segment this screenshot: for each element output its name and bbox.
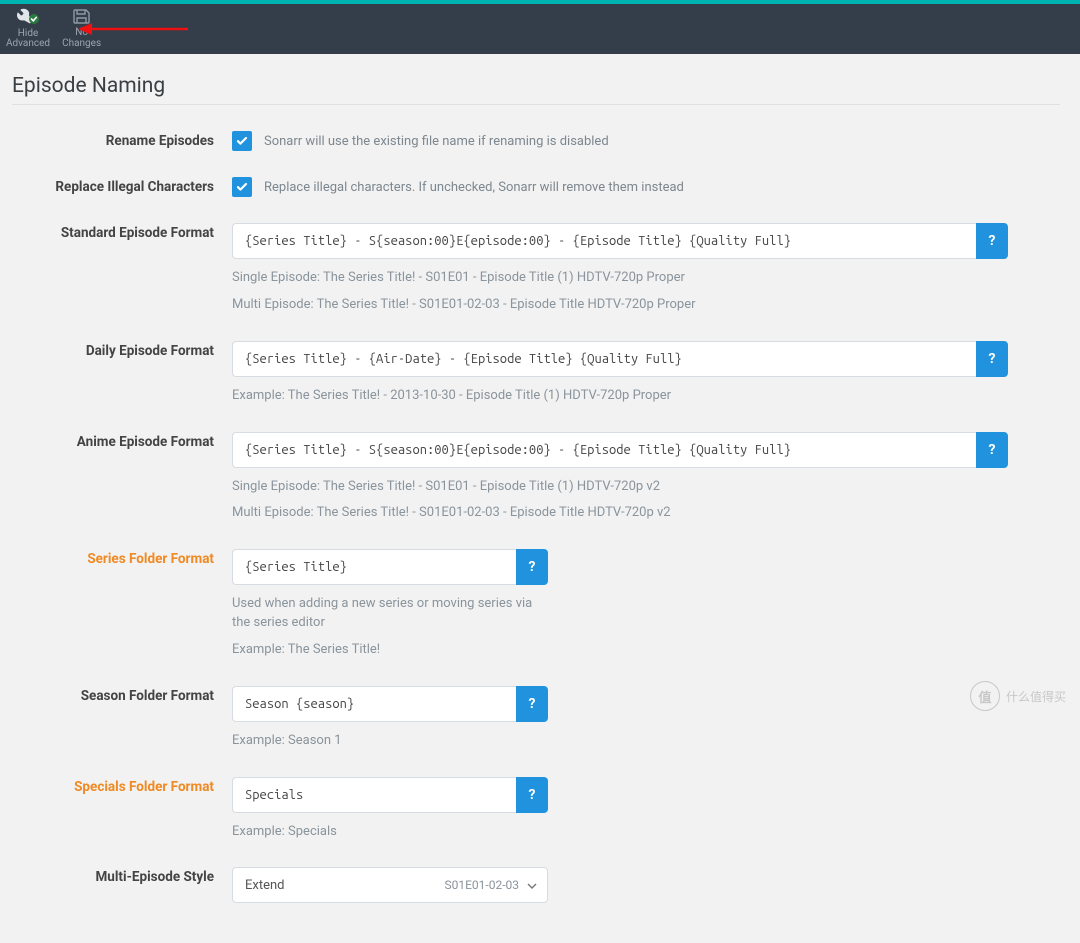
row-standard-format: Standard Episode Format ? Single Episode… [12, 223, 1060, 315]
toolbar: Hide Advanced No Changes [0, 4, 1080, 54]
hint-series-folder-2: Example: The Series Title! [232, 641, 752, 660]
label-daily-format: Daily Episode Format [12, 341, 232, 361]
hint-anime-single: Single Episode: The Series Title! - S01E… [232, 478, 752, 497]
hint-daily: Example: The Series Title! - 2013-10-30 … [232, 387, 752, 406]
help-button-daily[interactable]: ? [976, 341, 1008, 377]
label-specials-folder: Specials Folder Format [12, 777, 232, 797]
input-series-folder[interactable] [232, 549, 516, 585]
hint-anime-multi: Multi Episode: The Series Title! - S01E0… [232, 504, 752, 523]
row-rename-episodes: Rename Episodes Sonarr will use the exis… [12, 131, 1060, 151]
hint-standard-single: Single Episode: The Series Title! - S01E… [232, 269, 752, 288]
wrench-check-icon [17, 8, 39, 29]
label-season-folder: Season Folder Format [12, 686, 232, 706]
check-icon [235, 180, 249, 194]
page-title: Episode Naming [12, 74, 1060, 105]
row-daily-format: Daily Episode Format ? Example: The Seri… [12, 341, 1060, 406]
page-content: Episode Naming Rename Episodes Sonarr wi… [0, 54, 1080, 943]
select-multi-episode-style[interactable]: Extend S01E01-02-03 [232, 867, 548, 903]
caret-down-icon [527, 878, 537, 892]
checkbox-rename-episodes[interactable] [232, 131, 252, 151]
input-daily-format[interactable] [232, 341, 976, 377]
label-series-folder: Series Folder Format [12, 549, 232, 569]
help-button-specials-folder[interactable]: ? [516, 777, 548, 813]
watermark: 值 什么值得买 [970, 681, 1066, 711]
save-disk-icon [73, 9, 91, 29]
no-changes-button[interactable]: No Changes [62, 9, 101, 50]
input-season-folder[interactable] [232, 686, 516, 722]
check-icon [235, 134, 249, 148]
hint-series-folder-1: Used when adding a new series or moving … [232, 595, 552, 633]
help-button-season-folder[interactable]: ? [516, 686, 548, 722]
label-standard-format: Standard Episode Format [12, 223, 232, 243]
help-rename-episodes: Sonarr will use the existing file name i… [264, 134, 609, 149]
checkbox-replace-illegal[interactable] [232, 177, 252, 197]
help-replace-illegal: Replace illegal characters. If unchecked… [264, 180, 684, 195]
hide-advanced-button[interactable]: Hide Advanced [6, 8, 50, 50]
help-button-anime[interactable]: ? [976, 432, 1008, 468]
label-rename-episodes: Rename Episodes [12, 131, 232, 151]
toolbar-btn-line2: Advanced [6, 39, 50, 50]
row-replace-illegal: Replace Illegal Characters Replace illeg… [12, 177, 1060, 197]
input-specials-folder[interactable] [232, 777, 516, 813]
hint-standard-multi: Multi Episode: The Series Title! - S01E0… [232, 296, 752, 315]
label-anime-format: Anime Episode Format [12, 432, 232, 452]
hint-season-folder: Example: Season 1 [232, 732, 752, 751]
hint-specials-folder: Example: Specials [232, 823, 752, 842]
watermark-text: 什么值得买 [1006, 688, 1066, 705]
input-standard-format[interactable] [232, 223, 976, 259]
row-specials-folder: Specials Folder Format ? Example: Specia… [12, 777, 1060, 842]
label-multi-episode: Multi-Episode Style [12, 867, 232, 887]
row-series-folder: Series Folder Format ? Used when adding … [12, 549, 1060, 660]
row-multi-episode-style: Multi-Episode Style Extend S01E01-02-03 [12, 867, 1060, 903]
select-value: Extend [245, 878, 285, 893]
row-anime-format: Anime Episode Format ? Single Episode: T… [12, 432, 1060, 524]
help-button-series-folder[interactable]: ? [516, 549, 548, 585]
input-anime-format[interactable] [232, 432, 976, 468]
toolbar-btn-line2: Changes [62, 39, 101, 50]
watermark-badge-icon: 值 [970, 681, 1000, 711]
label-replace-illegal: Replace Illegal Characters [12, 177, 232, 197]
select-suffix-text: S01E01-02-03 [444, 878, 519, 892]
row-season-folder: Season Folder Format ? Example: Season 1 [12, 686, 1060, 751]
help-button-standard[interactable]: ? [976, 223, 1008, 259]
